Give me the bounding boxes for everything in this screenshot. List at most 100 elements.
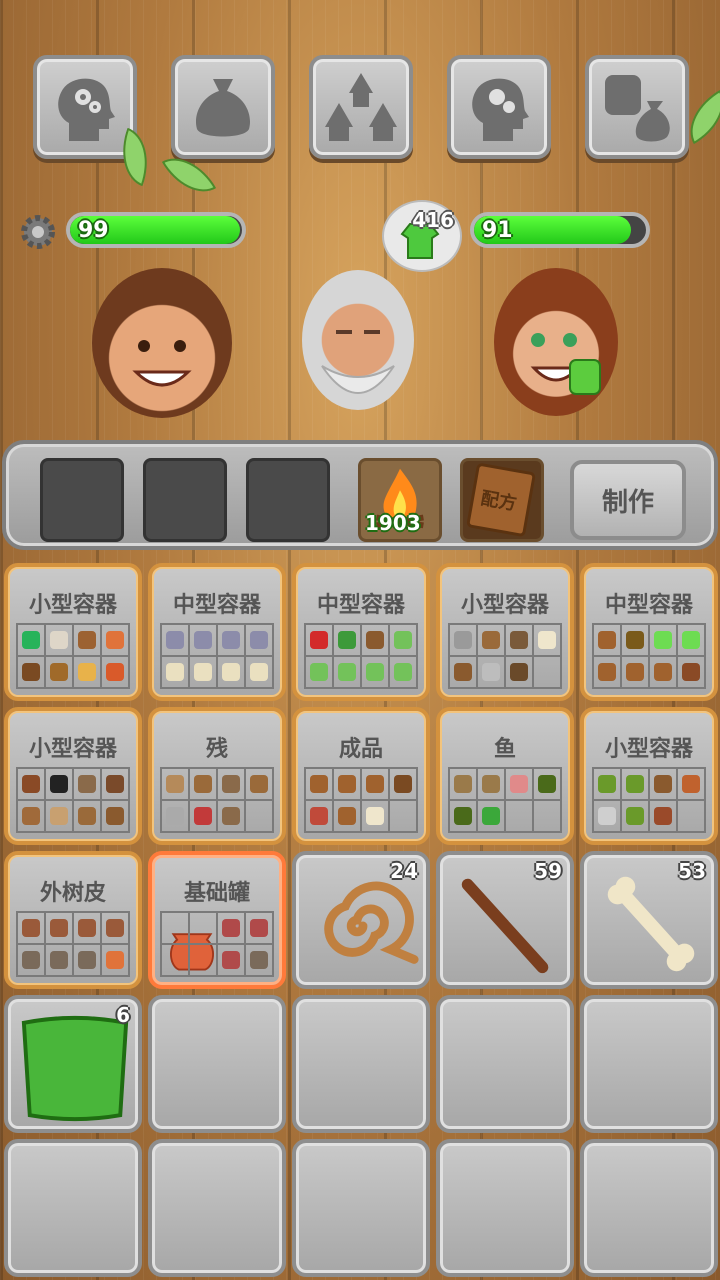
empty-slot[interactable] bbox=[580, 995, 718, 1133]
village-huts-button[interactable] bbox=[309, 55, 413, 159]
young-man-avatar[interactable] bbox=[92, 268, 232, 418]
item-icon bbox=[106, 807, 124, 825]
container-title: 成品 bbox=[338, 737, 383, 762]
craft-slot-3[interactable] bbox=[246, 458, 330, 542]
container-item bbox=[101, 624, 129, 656]
make-button[interactable]: 制作 bbox=[570, 460, 686, 540]
item-icon bbox=[482, 775, 500, 793]
item-icon bbox=[366, 807, 384, 825]
craft-slot-2[interactable] bbox=[143, 458, 227, 542]
container-slot[interactable]: 鱼 bbox=[436, 707, 574, 845]
empty-slot[interactable] bbox=[292, 1139, 430, 1277]
container-slot[interactable]: 残 bbox=[148, 707, 286, 845]
container-slot[interactable]: 基础罐 bbox=[148, 851, 286, 989]
item-icon bbox=[194, 631, 212, 649]
container-title: 小型容器 bbox=[28, 737, 117, 762]
container-item bbox=[333, 656, 361, 688]
container-slot[interactable]: 中型容器 bbox=[580, 563, 718, 701]
container-item bbox=[621, 768, 649, 800]
campfire-slot[interactable]: 1903 bbox=[358, 458, 442, 542]
container-slot[interactable]: 小型容器 bbox=[436, 563, 574, 701]
item-icon bbox=[626, 775, 644, 793]
empty-slot[interactable] bbox=[148, 1139, 286, 1277]
settings-gear-icon[interactable] bbox=[18, 212, 58, 252]
container-item bbox=[505, 768, 533, 800]
stack-count: 53 bbox=[678, 859, 706, 883]
recipe-book-slot[interactable]: 配方 bbox=[460, 458, 544, 542]
container-item bbox=[305, 768, 333, 800]
container-contents bbox=[16, 911, 130, 977]
item-icon bbox=[222, 663, 240, 681]
container-item bbox=[333, 768, 361, 800]
container-item bbox=[161, 768, 189, 800]
container-slot[interactable]: 中型容器 bbox=[292, 563, 430, 701]
skills-head-button-2[interactable] bbox=[447, 55, 551, 159]
container-contents bbox=[448, 623, 562, 689]
container-item bbox=[245, 768, 273, 800]
item-icon bbox=[310, 807, 328, 825]
empty-slot[interactable] bbox=[4, 1139, 142, 1277]
stack-slot-stick[interactable]: 59 bbox=[436, 851, 574, 989]
container-slot[interactable]: 小型容器 bbox=[4, 707, 142, 845]
item-icon bbox=[482, 807, 500, 825]
container-title: 小型容器 bbox=[604, 737, 693, 762]
container-item bbox=[449, 800, 477, 832]
container-title: 外树皮 bbox=[39, 881, 106, 906]
container-item bbox=[593, 656, 621, 688]
container-item bbox=[333, 800, 361, 832]
stack-slot-bone[interactable]: 53 bbox=[580, 851, 718, 989]
item-icon bbox=[626, 807, 644, 825]
container-item bbox=[17, 800, 45, 832]
stack-slot-rope[interactable]: 24 bbox=[292, 851, 430, 989]
container-item bbox=[73, 656, 101, 688]
empty-slot[interactable] bbox=[292, 995, 430, 1133]
container-slot[interactable]: 中型容器 bbox=[148, 563, 286, 701]
item-icon bbox=[222, 807, 240, 825]
container-item bbox=[533, 800, 561, 832]
item-icon bbox=[598, 807, 616, 825]
item-icon bbox=[598, 663, 616, 681]
container-title: 中型容器 bbox=[604, 593, 693, 618]
item-icon bbox=[682, 775, 700, 793]
craft-slot-1[interactable] bbox=[40, 458, 124, 542]
container-slot[interactable]: 小型容器 bbox=[4, 563, 142, 701]
container-item bbox=[245, 656, 273, 688]
item-icon bbox=[50, 951, 68, 969]
stack-slot-green-fiber-cloth[interactable]: 6 bbox=[4, 995, 142, 1133]
empty-slot[interactable] bbox=[148, 995, 286, 1133]
inventory-sack-button[interactable] bbox=[171, 55, 275, 159]
container-item bbox=[677, 624, 705, 656]
container-slot[interactable]: 小型容器 bbox=[580, 707, 718, 845]
container-item bbox=[161, 624, 189, 656]
item-icon bbox=[654, 807, 672, 825]
item-icon bbox=[366, 663, 384, 681]
container-item bbox=[505, 624, 533, 656]
container-item bbox=[189, 800, 217, 832]
container-item bbox=[217, 800, 245, 832]
container-slot[interactable]: 成品 bbox=[292, 707, 430, 845]
container-item bbox=[161, 656, 189, 688]
container-title: 中型容器 bbox=[172, 593, 261, 618]
container-item bbox=[189, 912, 217, 944]
container-item bbox=[73, 944, 101, 976]
item-icon bbox=[482, 631, 500, 649]
monkey-man-avatar[interactable] bbox=[494, 268, 618, 416]
monkey-man-face-icon bbox=[530, 333, 601, 395]
container-item bbox=[593, 800, 621, 832]
container-item bbox=[73, 912, 101, 944]
empty-slot[interactable] bbox=[436, 1139, 574, 1277]
container-item bbox=[17, 624, 45, 656]
container-item bbox=[505, 656, 533, 688]
empty-slot[interactable] bbox=[436, 995, 574, 1133]
empty-slot[interactable] bbox=[580, 1139, 718, 1277]
trade-fist-sack-button[interactable] bbox=[585, 55, 689, 159]
old-man-avatar[interactable] bbox=[302, 270, 414, 410]
item-icon bbox=[78, 919, 96, 937]
item-icon bbox=[22, 631, 40, 649]
skills-head-button[interactable] bbox=[33, 55, 137, 159]
item-icon bbox=[50, 919, 68, 937]
container-item bbox=[45, 800, 73, 832]
container-slot[interactable]: 外树皮 bbox=[4, 851, 142, 989]
crafting-bar: 1903 配方 制作 bbox=[2, 440, 718, 550]
container-item bbox=[17, 656, 45, 688]
